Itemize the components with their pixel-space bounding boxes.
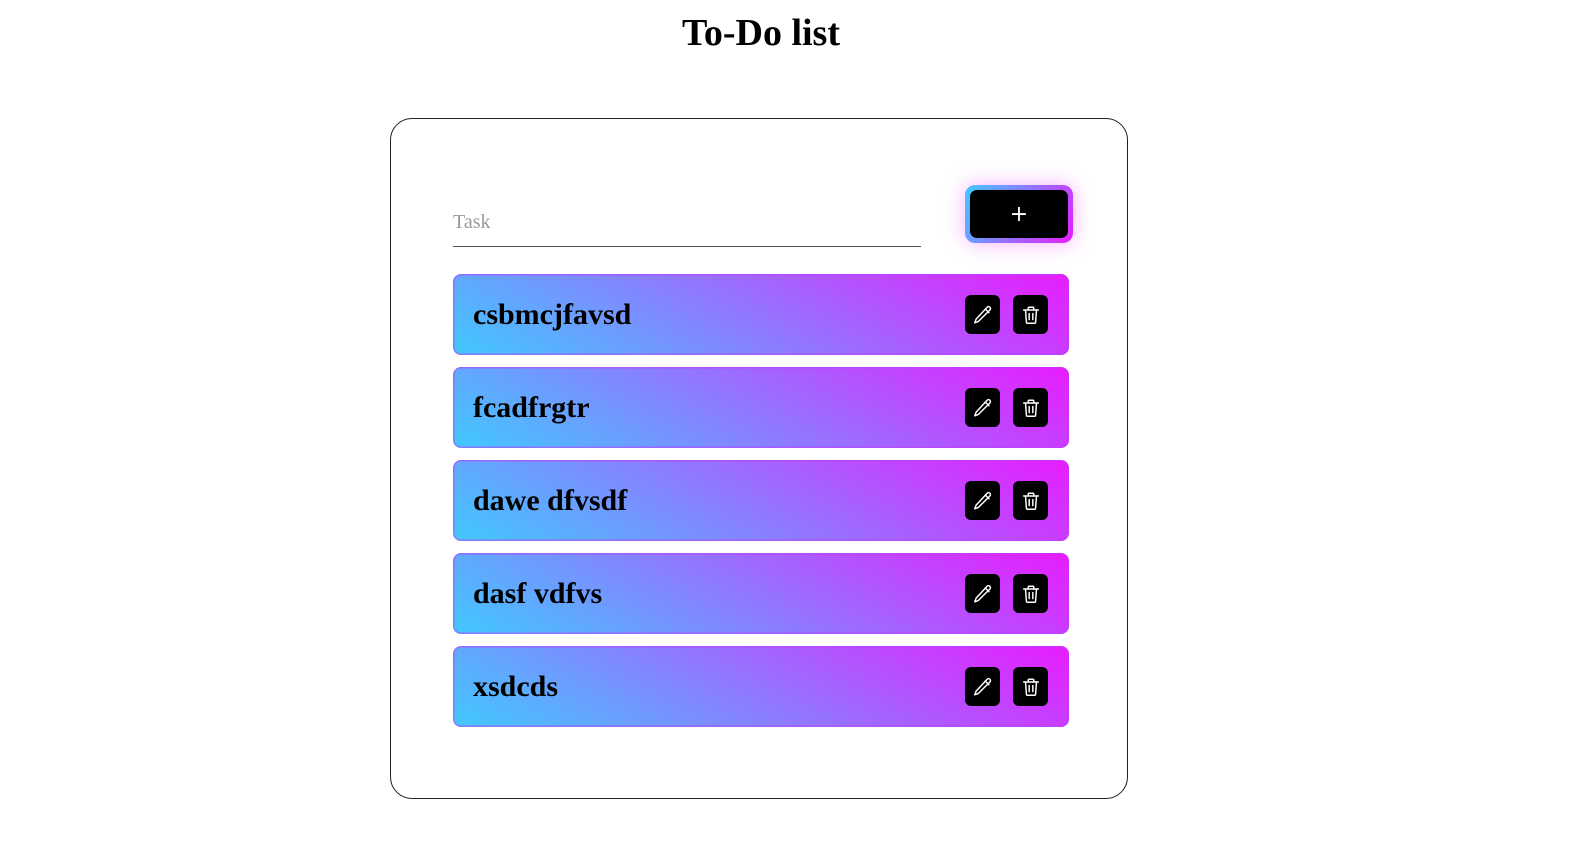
task-input[interactable] bbox=[453, 199, 921, 247]
task-text: xsdcds bbox=[473, 670, 559, 703]
edit-task-button[interactable] bbox=[965, 574, 1000, 613]
delete-task-button[interactable] bbox=[1013, 388, 1048, 427]
delete-task-button[interactable] bbox=[1013, 481, 1048, 520]
task-text: dawe dfvsdf bbox=[473, 484, 628, 517]
edit-task-button[interactable] bbox=[965, 295, 1000, 334]
pencil-icon bbox=[973, 584, 991, 603]
pencil-icon bbox=[973, 398, 991, 417]
task-text: dasf vdfvs bbox=[473, 577, 603, 610]
add-task-button[interactable]: + bbox=[970, 190, 1068, 238]
task-list: csbmcjfavsd fcadfrgtr dawe dfvsdf dasf v… bbox=[453, 274, 1069, 739]
page-title: To-Do list bbox=[681, 12, 840, 54]
trash-icon bbox=[1022, 491, 1039, 510]
edit-task-button[interactable] bbox=[965, 667, 1000, 706]
pencil-icon bbox=[973, 491, 991, 510]
pencil-icon bbox=[973, 305, 991, 324]
delete-task-button[interactable] bbox=[1013, 295, 1048, 334]
task-item: dawe dfvsdf bbox=[453, 460, 1069, 541]
trash-icon bbox=[1022, 305, 1039, 324]
task-item: fcadfrgtr bbox=[453, 367, 1069, 448]
task-text: csbmcjfavsd bbox=[473, 298, 632, 331]
pencil-icon bbox=[973, 677, 991, 696]
add-button-frame: + bbox=[965, 185, 1073, 243]
task-item: xsdcds bbox=[453, 646, 1069, 727]
delete-task-button[interactable] bbox=[1013, 667, 1048, 706]
delete-task-button[interactable] bbox=[1013, 574, 1048, 613]
edit-task-button[interactable] bbox=[965, 388, 1000, 427]
task-item: dasf vdfvs bbox=[453, 553, 1069, 634]
trash-icon bbox=[1022, 677, 1039, 696]
edit-task-button[interactable] bbox=[965, 481, 1000, 520]
task-item: csbmcjfavsd bbox=[453, 274, 1069, 355]
trash-icon bbox=[1022, 398, 1039, 417]
todo-card: + csbmcjfavsd fcadf bbox=[390, 118, 1128, 799]
trash-icon bbox=[1022, 584, 1039, 603]
plus-icon: + bbox=[1009, 201, 1029, 227]
task-text: fcadfrgtr bbox=[473, 391, 590, 424]
